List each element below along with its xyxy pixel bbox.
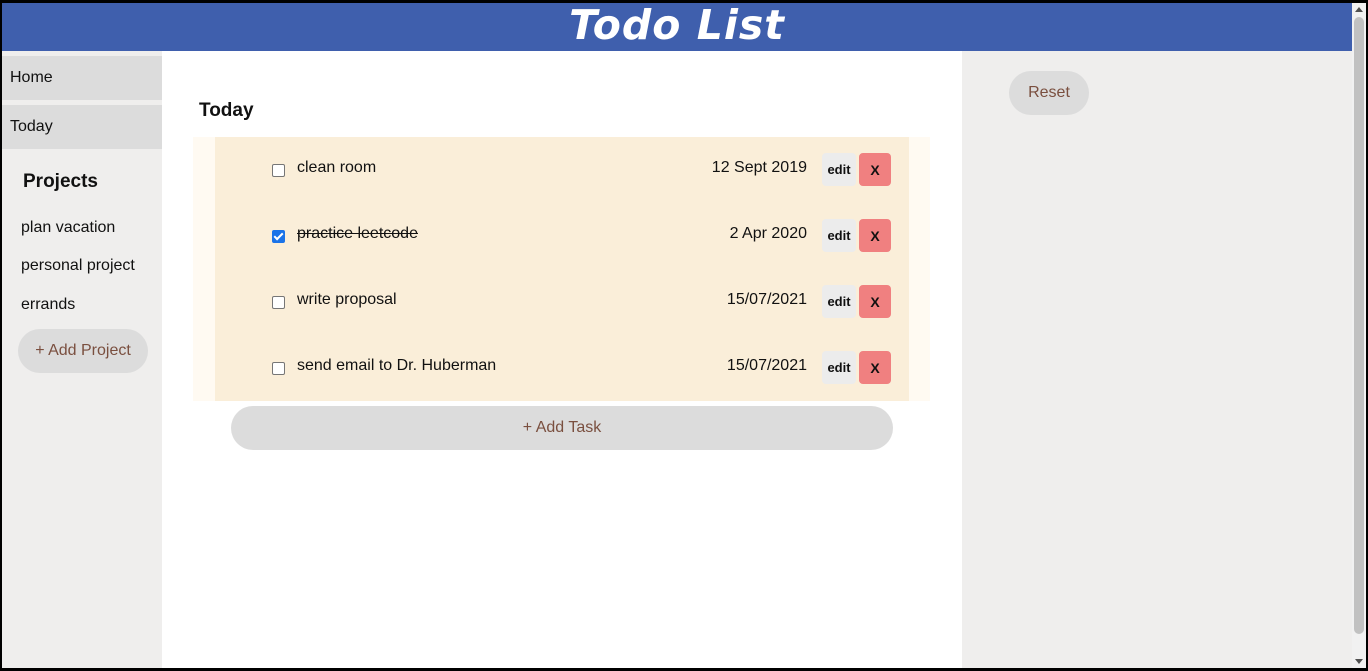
delete-task-button[interactable]: X	[859, 153, 891, 186]
task-date: 15/07/2021	[726, 357, 807, 374]
task-date: 2 Apr 2020	[729, 225, 807, 242]
task-name: practice leetcode	[297, 225, 418, 242]
main-content: Today clean room 12 Sept 2019 edit X pra…	[162, 51, 962, 668]
task-list: clean room 12 Sept 2019 edit X practice …	[215, 137, 909, 401]
project-item-plan-vacation[interactable]: plan vacation	[21, 219, 115, 237]
task-row: practice leetcode 2 Apr 2020 edit X	[215, 203, 909, 269]
nav-item-home[interactable]: Home	[2, 56, 162, 100]
task-date: 12 Sept 2019	[711, 159, 807, 176]
task-date: 15/07/2021	[726, 291, 807, 308]
scroll-up-icon[interactable]	[1355, 7, 1363, 12]
vertical-scrollbar[interactable]	[1352, 3, 1366, 668]
edit-task-button[interactable]: edit	[822, 219, 856, 252]
delete-task-button[interactable]: X	[859, 285, 891, 318]
edit-task-button[interactable]: edit	[822, 351, 856, 384]
app-window: Todo List Home Today Projects plan vacat…	[2, 3, 1366, 668]
app-title: Todo List	[569, 3, 785, 49]
task-row: write proposal 15/07/2021 edit X	[215, 269, 909, 335]
nav-item-today[interactable]: Today	[2, 105, 162, 149]
right-panel: Reset	[962, 51, 1352, 668]
task-name: send email to Dr. Huberman	[297, 357, 497, 374]
task-list-container: clean room 12 Sept 2019 edit X practice …	[193, 137, 930, 401]
projects-heading: Projects	[23, 171, 98, 192]
app-header: Todo List	[2, 3, 1352, 51]
project-item-personal-project[interactable]: personal project	[21, 257, 135, 275]
scroll-down-icon[interactable]	[1355, 659, 1363, 664]
checkbox-unchecked-icon[interactable]	[272, 164, 285, 177]
task-row: send email to Dr. Huberman 15/07/2021 ed…	[215, 335, 909, 401]
add-project-button[interactable]: + Add Project	[18, 329, 148, 373]
add-task-button[interactable]: + Add Task	[231, 406, 893, 450]
task-name: write proposal	[297, 291, 397, 308]
edit-task-button[interactable]: edit	[822, 285, 856, 318]
task-row: clean room 12 Sept 2019 edit X	[215, 137, 909, 203]
delete-task-button[interactable]: X	[859, 351, 891, 384]
edit-task-button[interactable]: edit	[822, 153, 856, 186]
delete-task-button[interactable]: X	[859, 219, 891, 252]
sidebar: Home Today Projects plan vacation person…	[2, 51, 162, 668]
nav-item-label: Home	[10, 69, 53, 86]
checkbox-unchecked-icon[interactable]	[272, 362, 285, 375]
nav-item-label: Today	[10, 118, 53, 135]
task-name: clean room	[297, 159, 377, 176]
checkbox-checked-icon[interactable]	[272, 230, 285, 243]
project-item-errands[interactable]: errands	[21, 296, 75, 314]
checkbox-unchecked-icon[interactable]	[272, 296, 285, 309]
reset-button[interactable]: Reset	[1009, 71, 1089, 115]
section-title: Today	[199, 100, 254, 121]
scrollbar-thumb[interactable]	[1354, 17, 1364, 634]
